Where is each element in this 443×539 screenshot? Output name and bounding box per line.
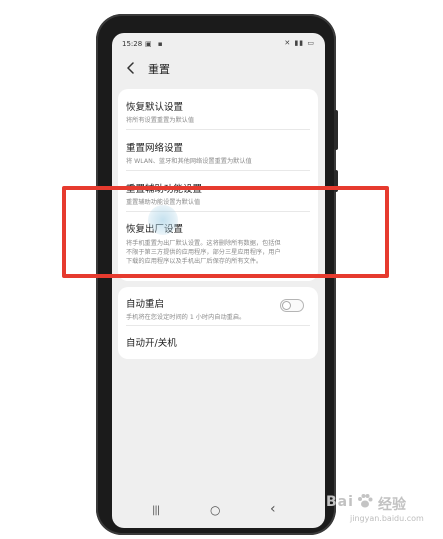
back-arrow-icon[interactable] — [124, 61, 138, 75]
divider — [126, 170, 310, 171]
watermark: Bai 经验 jingyan.baidu.com — [322, 490, 434, 530]
item-title: 恢复默认设置 — [126, 102, 184, 113]
status-bar: 15:28 ▣ ▪ ✕ ▮▮ ▭ — [112, 33, 325, 53]
annotation-highlight-box — [62, 186, 389, 278]
page-title: 重置 — [148, 63, 170, 76]
toggle-knob — [282, 301, 291, 310]
home-button[interactable]: ○ — [210, 503, 220, 517]
auto-power-on-off-item[interactable]: 自动开/关机 — [126, 335, 306, 349]
item-title: 重置网络设置 — [126, 143, 184, 154]
watermark-brand-right: 经验 — [378, 497, 406, 513]
auto-restart-toggle[interactable] — [280, 299, 304, 312]
divider — [126, 325, 310, 326]
status-time: 15:28 — [122, 40, 143, 48]
auto-restart-item[interactable]: 自动重启 手机将在您设定时间的 1 小时内自动重启。 — [126, 296, 276, 322]
page-header: 重置 — [112, 57, 325, 81]
system-status-icons: ✕ ▮▮ ▭ — [284, 39, 315, 47]
item-title: 自动开/关机 — [126, 338, 177, 349]
item-subtitle: 将所有设置重置为默认值 — [126, 117, 195, 124]
divider — [126, 129, 310, 130]
paw-logo-icon — [358, 494, 373, 508]
watermark-brand-left: Bai — [326, 494, 354, 510]
recents-button[interactable]: ||| — [152, 505, 160, 516]
watermark-url: jingyan.baidu.com — [350, 514, 424, 523]
reset-default-settings-item[interactable]: 恢复默认设置 将所有设置重置为默认值 — [126, 99, 306, 125]
reset-network-settings-item[interactable]: 重置网络设置 将 WLAN、蓝牙和其他网络设置重置为默认值 — [126, 140, 306, 166]
navigation-bar: ||| ○ ‹ — [112, 501, 325, 523]
auto-restart-card: 自动重启 手机将在您设定时间的 1 小时内自动重启。 自动开/关机 — [118, 287, 318, 359]
item-subtitle: 手机将在您设定时间的 1 小时内自动重启。 — [126, 314, 246, 321]
item-title: 自动重启 — [126, 299, 165, 310]
volume-button — [334, 110, 338, 150]
notification-icons: ▣ ▪ — [145, 40, 165, 48]
back-button[interactable]: ‹ — [270, 501, 276, 517]
item-subtitle: 将 WLAN、蓝牙和其他网络设置重置为默认值 — [126, 158, 252, 165]
phone-screen: 15:28 ▣ ▪ ✕ ▮▮ ▭ 重置 恢复默认设置 将所有设置重置为默认值 重… — [112, 33, 325, 528]
